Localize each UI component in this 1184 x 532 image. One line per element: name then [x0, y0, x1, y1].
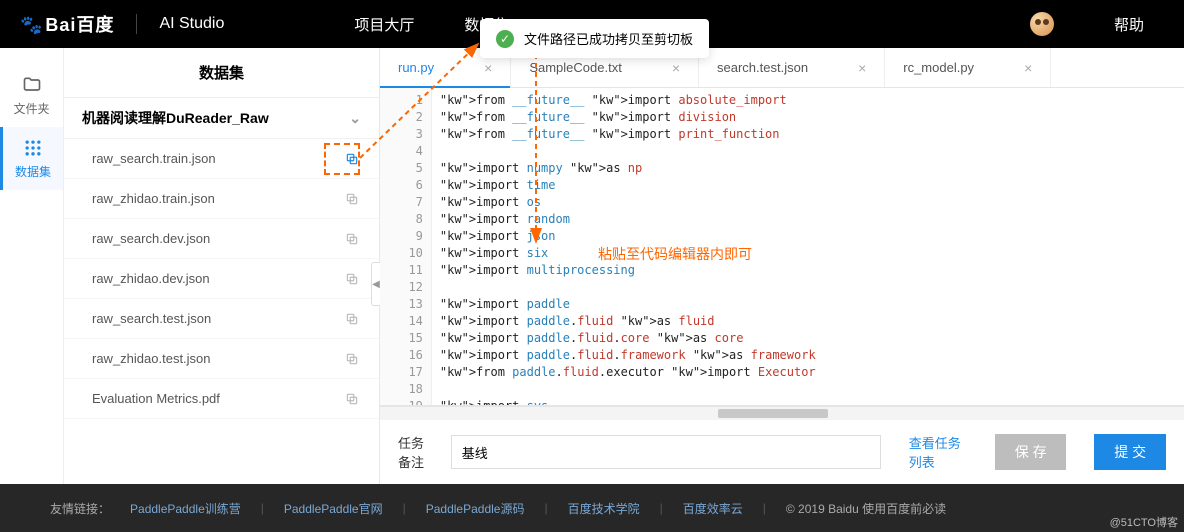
ai-studio-label: AI Studio [159, 15, 224, 33]
footer-copyright: © 2019 Baidu 使用百度前必读 [786, 500, 946, 517]
copy-icon[interactable] [345, 352, 359, 366]
mini-sidebar: 文件夹 数据集 [0, 48, 64, 484]
editor-area: ◀ run.py× SampleCode.txt× search.test.js… [380, 48, 1184, 484]
paw-icon: 🐾 [20, 15, 43, 36]
panel-header: 数据集 [64, 48, 379, 98]
footer-link[interactable]: 百度技术学院 [568, 500, 640, 517]
file-name: raw_search.train.json [92, 151, 216, 166]
save-button[interactable]: 保 存 [995, 434, 1067, 470]
watermark: @51CTO博客 [1110, 514, 1178, 530]
task-label: 任务备注 [398, 433, 437, 471]
tab-rc-model[interactable]: rc_model.py × [885, 48, 1051, 87]
close-icon[interactable]: × [484, 60, 492, 76]
mini-item-datasets[interactable]: 数据集 [0, 127, 63, 190]
divider [136, 14, 137, 34]
copy-icon[interactable] [345, 192, 359, 206]
collapse-handle[interactable]: ◀ [371, 262, 380, 306]
code-lines[interactable]: "kw">from __future__ "kw">import absolut… [432, 88, 1184, 405]
task-bar: 任务备注 查看任务列表 保 存 提 交 [380, 420, 1184, 484]
tab-label: run.py [398, 60, 434, 75]
mini-item-label: 文件夹 [13, 100, 49, 117]
copy-icon[interactable] [345, 312, 359, 326]
file-row[interactable]: raw_search.dev.json [64, 219, 379, 259]
toast-message: 文件路径已成功拷贝至剪切板 [524, 29, 693, 48]
footer: 友情链接： PaddlePaddle训练营| PaddlePaddle官网| P… [0, 484, 1184, 532]
mini-item-files[interactable]: 文件夹 [0, 64, 63, 127]
toast: ✓ 文件路径已成功拷贝至剪切板 [480, 19, 709, 58]
footer-label: 友情链接： [50, 500, 110, 517]
logo-area: 🐾Bai百度 AI Studio [20, 11, 224, 37]
view-task-list-link[interactable]: 查看任务列表 [909, 433, 967, 471]
tab-label: SampleCode.txt [529, 60, 622, 75]
baidu-logo: 🐾Bai百度 [20, 11, 114, 37]
file-row[interactable]: raw_zhidao.train.json [64, 179, 379, 219]
close-icon[interactable]: × [1024, 60, 1032, 76]
file-name: raw_zhidao.test.json [92, 351, 211, 366]
close-icon[interactable]: × [858, 60, 866, 76]
file-name: raw_zhidao.dev.json [92, 271, 210, 286]
footer-link[interactable]: PaddlePaddle训练营 [130, 500, 241, 517]
file-row[interactable]: raw_search.test.json [64, 299, 379, 339]
copy-icon[interactable] [345, 272, 359, 286]
file-name: raw_zhidao.train.json [92, 191, 215, 206]
file-row[interactable]: raw_search.train.json [64, 139, 379, 179]
scroll-thumb[interactable] [718, 409, 828, 418]
tab-search-test[interactable]: search.test.json × [699, 48, 885, 87]
copy-icon[interactable] [345, 232, 359, 246]
footer-link[interactable]: PaddlePaddle官网 [284, 500, 383, 517]
code-editor[interactable]: 1 2 3 4 5 6 7 8 9 10 11 12 13 14 15 16 1… [380, 88, 1184, 406]
check-icon: ✓ [496, 30, 514, 48]
folder-name: 机器阅读理解DuReader_Raw [82, 108, 269, 128]
top-right: 帮助 [1030, 12, 1164, 36]
file-list: raw_search.train.json raw_zhidao.train.j… [64, 139, 379, 419]
tab-label: rc_model.py [903, 60, 974, 75]
nav-project-hall[interactable]: 项目大厅 [354, 14, 414, 35]
tab-label: search.test.json [717, 60, 808, 75]
file-row[interactable]: Evaluation Metrics.pdf [64, 379, 379, 419]
footer-link[interactable]: PaddlePaddle源码 [426, 500, 525, 517]
avatar[interactable] [1030, 12, 1054, 36]
file-name: raw_search.dev.json [92, 231, 210, 246]
help-link[interactable]: 帮助 [1114, 14, 1144, 35]
mini-item-label: 数据集 [15, 163, 51, 180]
copy-icon[interactable] [345, 392, 359, 406]
file-row[interactable]: raw_zhidao.dev.json [64, 259, 379, 299]
file-name: raw_search.test.json [92, 311, 211, 326]
chevron-down-icon: ⌄ [349, 110, 361, 127]
grid-icon [22, 137, 44, 159]
folder-icon [21, 74, 43, 96]
task-input[interactable] [451, 435, 881, 469]
submit-button[interactable]: 提 交 [1094, 434, 1166, 470]
main-area: 文件夹 数据集 数据集 机器阅读理解DuReader_Raw ⌄ raw_sea… [0, 48, 1184, 484]
copy-icon[interactable] [345, 152, 359, 166]
footer-link[interactable]: 百度效率云 [683, 500, 743, 517]
folder-row[interactable]: 机器阅读理解DuReader_Raw ⌄ [64, 98, 379, 139]
file-name: Evaluation Metrics.pdf [92, 391, 220, 406]
line-gutter: 1 2 3 4 5 6 7 8 9 10 11 12 13 14 15 16 1… [380, 88, 432, 405]
file-row[interactable]: raw_zhidao.test.json [64, 339, 379, 379]
close-icon[interactable]: × [672, 60, 680, 76]
file-panel: 数据集 机器阅读理解DuReader_Raw ⌄ raw_search.trai… [64, 48, 380, 484]
horizontal-scrollbar[interactable] [380, 406, 1184, 420]
